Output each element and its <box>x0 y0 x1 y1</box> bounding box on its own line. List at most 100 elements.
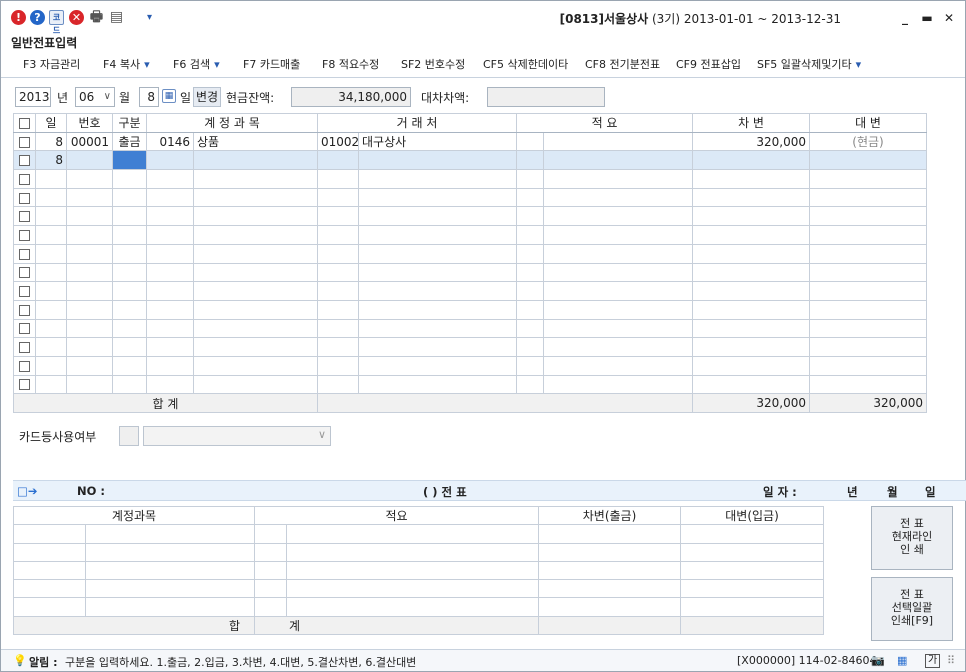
empty-cell[interactable] <box>692 355 811 376</box>
table-row[interactable] <box>13 187 928 208</box>
chevron-down-icon[interactable]: ∨ <box>104 88 111 106</box>
empty-cell[interactable] <box>66 262 113 283</box>
empty-cell[interactable] <box>146 187 194 208</box>
checkbox[interactable] <box>19 323 30 335</box>
empty-cell[interactable] <box>317 355 360 376</box>
empty-cell[interactable] <box>317 299 360 320</box>
detail-row[interactable] <box>13 542 825 562</box>
empty-cell[interactable] <box>66 337 113 357</box>
empty-cell[interactable] <box>112 374 147 395</box>
cell-account-code[interactable] <box>146 150 194 171</box>
detail-row[interactable] <box>13 579 825 599</box>
fkey-sf5-batch-delete[interactable]: SF5 일괄삭제및기타 ▾ <box>757 56 861 72</box>
detail-cell[interactable] <box>84 560 256 581</box>
checkbox[interactable] <box>19 342 30 354</box>
empty-cell[interactable] <box>146 299 194 320</box>
fkey-f7-card-sales[interactable]: F7 카드매출 <box>243 56 300 72</box>
empty-cell[interactable] <box>358 243 518 264</box>
cell-number[interactable]: 00001 <box>66 131 113 152</box>
checkbox[interactable] <box>19 229 30 241</box>
camera-icon[interactable]: 📷 <box>871 654 885 667</box>
empty-cell[interactable] <box>35 355 67 376</box>
cell-type-active[interactable] <box>112 150 147 171</box>
empty-cell[interactable] <box>809 374 928 395</box>
empty-cell[interactable] <box>692 318 811 339</box>
empty-cell[interactable] <box>317 262 360 283</box>
detail-cell[interactable] <box>286 597 540 617</box>
empty-cell[interactable] <box>317 187 360 208</box>
detail-row[interactable] <box>13 597 825 617</box>
empty-cell[interactable] <box>35 187 67 208</box>
cell-credit[interactable]: (현금) <box>809 131 928 152</box>
row-checkbox[interactable] <box>13 262 36 283</box>
row-checkbox[interactable] <box>13 355 36 376</box>
table-row[interactable] <box>13 299 928 320</box>
empty-cell[interactable] <box>516 374 545 395</box>
empty-cell[interactable] <box>809 206 928 227</box>
empty-cell[interactable] <box>809 243 928 264</box>
detail-cell[interactable] <box>254 542 288 562</box>
table-row[interactable] <box>13 169 928 189</box>
empty-cell[interactable] <box>358 206 518 227</box>
empty-cell[interactable] <box>192 337 319 357</box>
checkbox[interactable] <box>19 155 30 167</box>
empty-cell[interactable] <box>543 374 694 395</box>
empty-cell[interactable] <box>35 169 67 189</box>
empty-cell[interactable] <box>358 262 518 283</box>
empty-cell[interactable] <box>358 169 518 189</box>
month-select[interactable]: 06 ∨ <box>75 87 115 107</box>
detail-cell[interactable] <box>680 579 825 599</box>
maximize-icon[interactable]: ▬ <box>919 10 935 26</box>
empty-cell[interactable] <box>317 206 360 227</box>
empty-cell[interactable] <box>317 337 360 357</box>
empty-cell[interactable] <box>192 206 319 227</box>
checkbox[interactable] <box>19 173 30 185</box>
empty-cell[interactable] <box>35 299 67 320</box>
empty-cell[interactable] <box>112 318 147 339</box>
fkey-f3-fund[interactable]: F3 자금관리 <box>23 56 80 72</box>
row-checkbox[interactable] <box>13 187 36 208</box>
empty-cell[interactable] <box>317 281 360 301</box>
row-checkbox[interactable] <box>13 225 36 245</box>
detail-cell[interactable] <box>13 579 86 599</box>
chevron-down-icon[interactable]: ▾ <box>214 58 220 71</box>
empty-cell[interactable] <box>809 318 928 339</box>
print-batch-button[interactable]: 전 표 선택일괄 인쇄[F9] <box>871 577 953 641</box>
empty-cell[interactable] <box>112 169 147 189</box>
detail-cell[interactable] <box>538 597 682 617</box>
row-checkbox[interactable] <box>13 318 36 339</box>
detail-cell[interactable] <box>254 579 288 599</box>
preview-icon[interactable]: ▤ <box>109 10 124 25</box>
fkey-f6-search[interactable]: F6 검색 ▾ <box>173 56 220 72</box>
empty-cell[interactable] <box>35 225 67 245</box>
empty-cell[interactable] <box>358 355 518 376</box>
chevron-down-icon[interactable]: ∨ <box>318 428 326 441</box>
empty-cell[interactable] <box>543 299 694 320</box>
fkey-f4-copy[interactable]: F4 복사 ▾ <box>103 56 150 72</box>
empty-cell[interactable] <box>692 243 811 264</box>
fkey-f8-memo-edit[interactable]: F8 적요수정 <box>322 56 379 72</box>
empty-cell[interactable] <box>516 337 545 357</box>
empty-cell[interactable] <box>516 169 545 189</box>
cell-debit[interactable] <box>692 150 811 171</box>
empty-cell[interactable] <box>146 169 194 189</box>
close-form-icon[interactable]: ✕ <box>69 10 84 25</box>
empty-cell[interactable] <box>66 281 113 301</box>
cell-debit[interactable]: 320,000 <box>692 131 811 152</box>
empty-cell[interactable] <box>112 299 147 320</box>
checkbox[interactable] <box>19 360 30 372</box>
table-row[interactable] <box>13 355 928 376</box>
empty-cell[interactable] <box>692 187 811 208</box>
empty-cell[interactable] <box>692 281 811 301</box>
cell-credit[interactable] <box>809 150 928 171</box>
print-icon[interactable]: 🖶 <box>89 10 104 25</box>
empty-cell[interactable] <box>192 299 319 320</box>
table-row[interactable] <box>13 374 928 395</box>
cell-memo-code[interactable] <box>516 150 545 171</box>
card-usage-code-input[interactable] <box>119 426 139 446</box>
empty-cell[interactable] <box>192 355 319 376</box>
cell-type[interactable]: 출금 <box>112 131 147 152</box>
detail-cell[interactable] <box>680 542 825 562</box>
empty-cell[interactable] <box>692 299 811 320</box>
table-row[interactable] <box>13 281 928 301</box>
